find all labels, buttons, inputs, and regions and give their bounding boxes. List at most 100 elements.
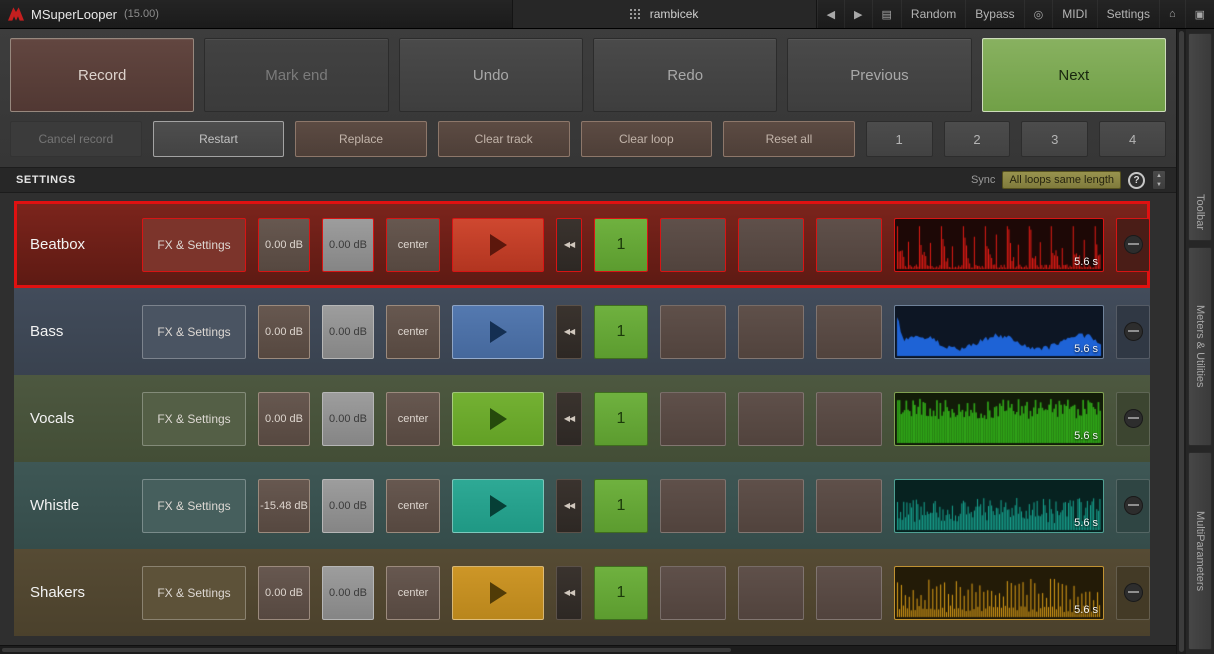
loop-select-3-button[interactable]: 3 [1021,121,1088,157]
waveform-display[interactable]: 5.6 s [894,392,1104,446]
remove-track-button[interactable] [1116,479,1150,533]
loop-1-button[interactable]: 1 [594,392,648,446]
fx-settings-button[interactable]: FX & Settings [142,305,246,359]
loop-slot-3-button[interactable] [738,305,804,359]
remove-track-button[interactable] [1116,218,1150,272]
cancel-record-button[interactable]: Cancel record [10,121,142,157]
volume2-value[interactable]: 0.00 dB [322,392,374,446]
tab-multiparameters[interactable]: MultiParameters [1188,452,1212,650]
loop-slot-4-button[interactable] [816,566,882,620]
stepper-down-icon[interactable]: ▼ [1153,180,1165,189]
preset-grid-icon[interactable] [630,9,641,20]
volume2-value[interactable]: 0.00 dB [322,566,374,620]
loop-slot-2-button[interactable] [660,566,726,620]
next-button[interactable]: Next [982,38,1166,112]
vertical-scrollbar[interactable] [1176,29,1186,654]
waveform-display[interactable]: 5.6 s [894,566,1104,620]
restart-button[interactable]: Restart [153,121,285,157]
remove-track-button[interactable] [1116,392,1150,446]
loop-slot-4-button[interactable] [816,218,882,272]
preset-name[interactable]: rambicek [650,7,699,21]
volume-value[interactable]: 0.00 dB [258,566,310,620]
loop-count-stepper[interactable]: ▲ ▼ [1152,170,1166,190]
vertical-scrollbar-thumb[interactable] [1179,31,1184,652]
loop-slot-2-button[interactable] [660,305,726,359]
sync-mode-select[interactable]: All loops same length [1002,171,1121,189]
globe-icon[interactable]: ◎ [1024,0,1053,28]
pan-value[interactable]: center [386,305,440,359]
tab-meters-utilities[interactable]: Meters & Utilities [1188,247,1212,445]
play-button[interactable] [452,218,544,272]
loop-select-2-button[interactable]: 2 [944,121,1011,157]
loop-1-button[interactable]: 1 [594,305,648,359]
loop-slot-3-button[interactable] [738,566,804,620]
home-icon[interactable]: ⌂ [1159,0,1185,28]
play-button[interactable] [452,392,544,446]
track-name[interactable]: Whistle [30,497,130,514]
pan-value[interactable]: center [386,479,440,533]
rewind-button[interactable]: ◀◀ [556,218,582,272]
loop-slot-3-button[interactable] [738,218,804,272]
pan-value[interactable]: center [386,392,440,446]
waveform-display[interactable]: 5.6 s [894,479,1104,533]
loop-1-button[interactable]: 1 [594,218,648,272]
remove-track-button[interactable] [1116,566,1150,620]
clear-track-button[interactable]: Clear track [438,121,570,157]
loop-slot-2-button[interactable] [660,218,726,272]
settings-button[interactable]: Settings [1097,0,1159,28]
pan-value[interactable]: center [386,218,440,272]
horizontal-scrollbar-thumb[interactable] [2,648,731,652]
pan-value[interactable]: center [386,566,440,620]
track-name[interactable]: Beatbox [30,236,130,253]
melda-logo-icon[interactable] [8,7,24,21]
waveform-display[interactable]: 5.6 s [894,305,1104,359]
volume-value[interactable]: -15.48 dB [258,479,310,533]
midi-button[interactable]: MIDI [1052,0,1096,28]
volume-value[interactable]: 0.00 dB [258,392,310,446]
reset-all-button[interactable]: Reset all [723,121,855,157]
mark-end-button[interactable]: Mark end [204,38,388,112]
loop-slot-4-button[interactable] [816,305,882,359]
track-name[interactable]: Vocals [30,410,130,427]
replace-button[interactable]: Replace [295,121,427,157]
volume-value[interactable]: 0.00 dB [258,218,310,272]
rewind-button[interactable]: ◀◀ [556,566,582,620]
play-button[interactable] [452,305,544,359]
play-button[interactable] [452,566,544,620]
volume2-value[interactable]: 0.00 dB [322,305,374,359]
rewind-button[interactable]: ◀◀ [556,479,582,533]
record-button[interactable]: Record [10,38,194,112]
redo-button[interactable]: Redo [593,38,777,112]
fx-settings-button[interactable]: FX & Settings [142,218,246,272]
previous-button[interactable]: Previous [787,38,971,112]
volume-value[interactable]: 0.00 dB [258,305,310,359]
volume2-value[interactable]: 0.00 dB [322,218,374,272]
help-icon[interactable]: ? [1128,172,1145,189]
loop-slot-4-button[interactable] [816,392,882,446]
next-preset-button[interactable]: ▶ [844,0,871,28]
previous-preset-button[interactable]: ◀ [817,0,844,28]
remove-track-button[interactable] [1116,305,1150,359]
tab-toolbar[interactable]: Toolbar [1188,33,1212,241]
loop-slot-2-button[interactable] [660,479,726,533]
waveform-display[interactable]: 5.6 s [894,218,1104,272]
loop-1-button[interactable]: 1 [594,566,648,620]
random-button[interactable]: Random [901,0,965,28]
track-name[interactable]: Shakers [30,584,130,601]
loop-select-1-button[interactable]: 1 [866,121,933,157]
preset-bar[interactable]: rambicek [512,0,817,28]
loop-slot-3-button[interactable] [738,479,804,533]
play-button[interactable] [452,479,544,533]
rewind-button[interactable]: ◀◀ [556,305,582,359]
loop-slot-4-button[interactable] [816,479,882,533]
loop-1-button[interactable]: 1 [594,479,648,533]
fx-settings-button[interactable]: FX & Settings [142,566,246,620]
loop-slot-3-button[interactable] [738,392,804,446]
horizontal-scrollbar[interactable] [0,645,1176,654]
rewind-button[interactable]: ◀◀ [556,392,582,446]
track-name[interactable]: Bass [30,323,130,340]
volume2-value[interactable]: 0.00 dB [322,479,374,533]
fx-settings-button[interactable]: FX & Settings [142,392,246,446]
window-icon[interactable]: ▣ [1185,0,1214,28]
bypass-button[interactable]: Bypass [965,0,1023,28]
